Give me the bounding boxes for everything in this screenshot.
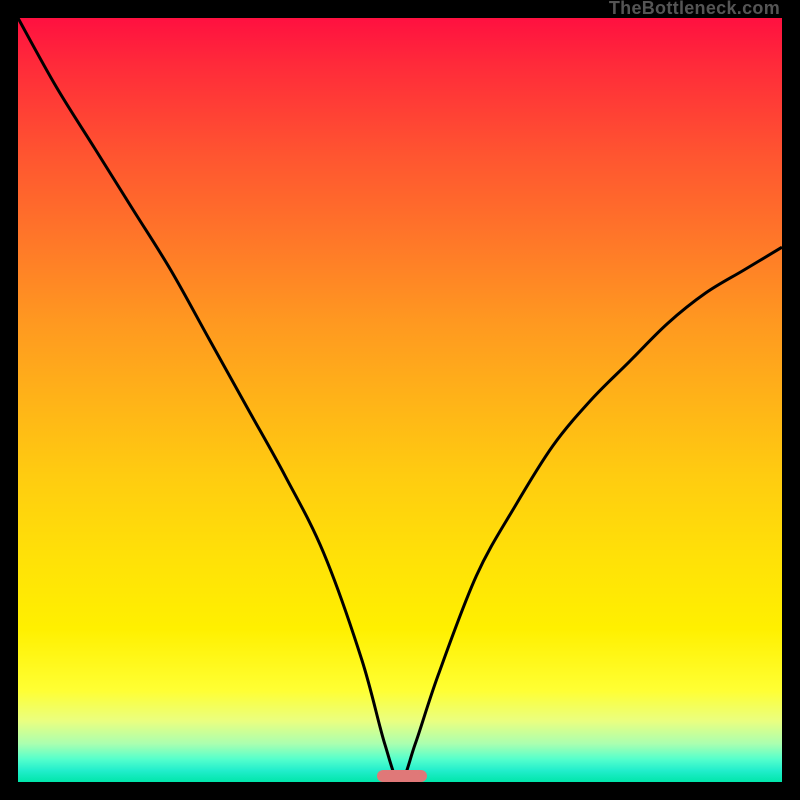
- border-left: [0, 0, 18, 800]
- bottleneck-curve: [18, 18, 782, 782]
- plot-area: [18, 18, 782, 782]
- border-right: [782, 0, 800, 800]
- border-bottom: [0, 782, 800, 800]
- attribution-text: TheBottleneck.com: [609, 0, 780, 18]
- optimal-marker: [377, 770, 427, 782]
